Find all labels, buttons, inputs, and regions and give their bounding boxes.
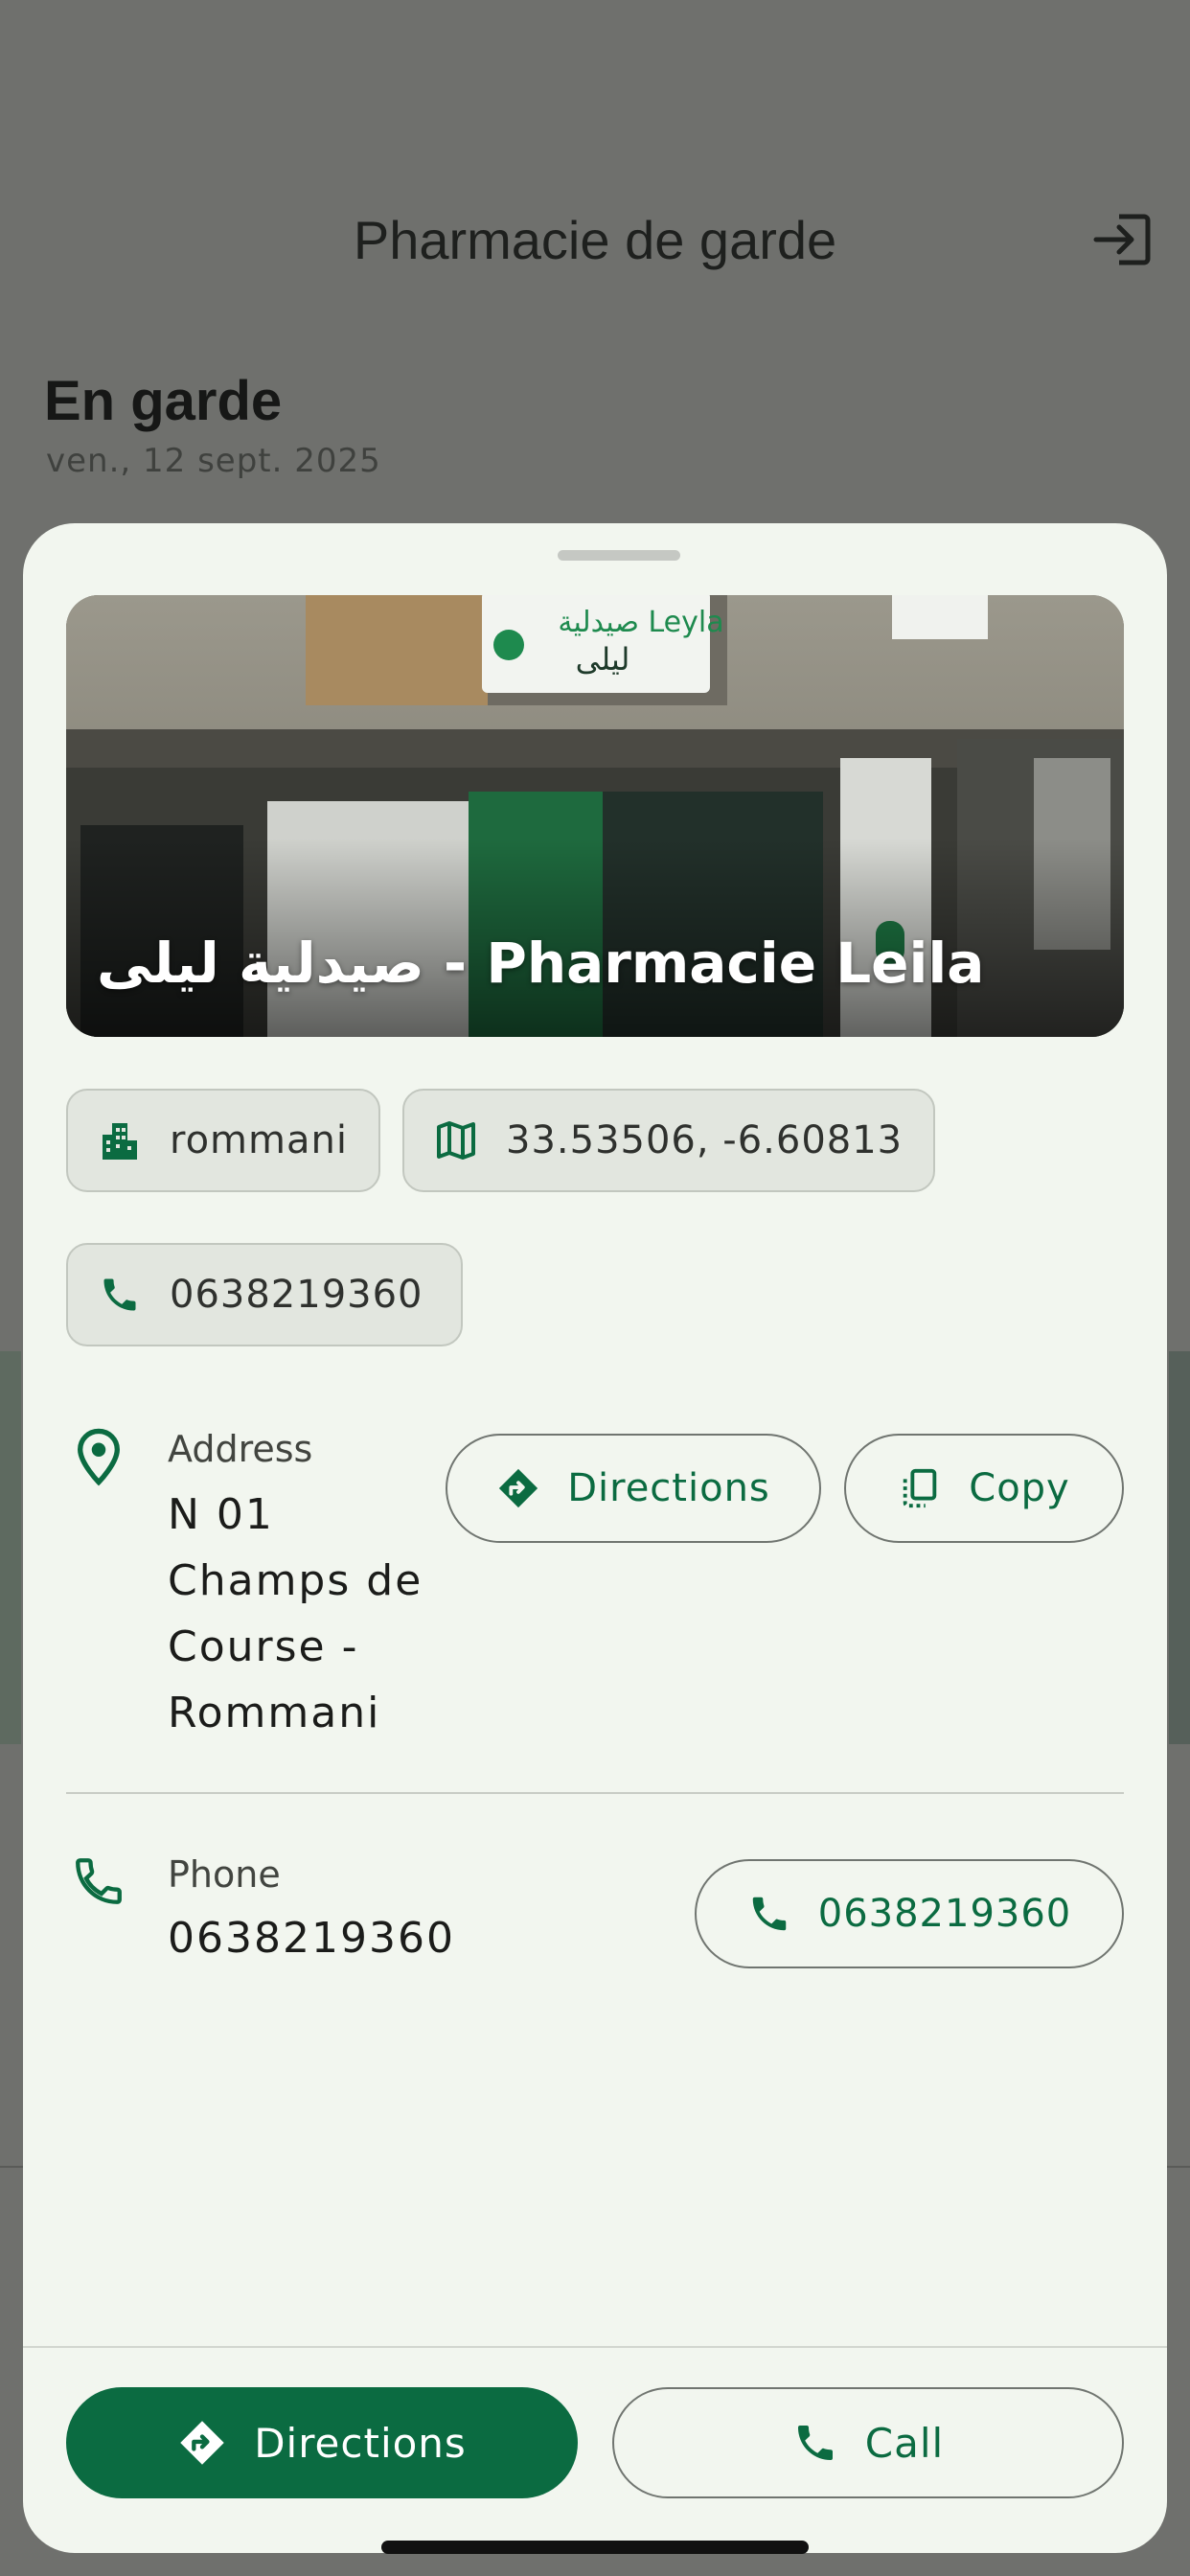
district-label: rommani [170,1118,348,1162]
address-line: Rommani [168,1689,381,1737]
map-icon [435,1119,477,1162]
phone-icon [71,1853,126,1909]
phone-value: 0638219360 [168,1914,455,1963]
copy-address-button[interactable]: Copy [844,1434,1124,1543]
footer-divider [23,2346,1167,2348]
section-divider [66,1792,1124,1794]
copy-icon [898,1466,942,1510]
phone-chip[interactable]: 0638219360 [66,1243,463,1346]
directions-icon [177,2418,227,2468]
coordinates-label: 33.53506, -6.60813 [506,1118,904,1162]
directions-label: Directions [254,2419,467,2467]
background-card-edge [1169,1351,1190,1744]
address-value: N 01 Champs de Course - Rommani [168,1482,423,1746]
district-chip[interactable]: rommani [66,1089,380,1192]
coordinates-chip[interactable]: 33.53506, -6.60813 [402,1089,935,1192]
address-label: Address [168,1428,313,1470]
section-heading: En garde [44,370,283,432]
call-button[interactable]: Call [612,2387,1124,2498]
address-line: N 01 [168,1490,274,1539]
location-pin-icon [71,1426,126,1487]
call-phone-label: 0638219360 [817,1892,1072,1936]
logout-icon[interactable] [1092,213,1152,266]
date-label: ven., 12 sept. 2025 [46,442,381,480]
address-directions-label: Directions [567,1466,770,1510]
sheet-drag-handle[interactable] [558,550,680,561]
pharmacy-detail-sheet: صيدلية Leyla ليلى صيدلية ليلى - Pharmaci… [23,523,1167,2553]
city-icon [99,1119,141,1162]
call-label: Call [864,2419,945,2467]
address-directions-button[interactable]: Directions [446,1434,821,1543]
app-title: Pharmacie de garde [353,210,837,270]
directions-icon [496,1466,540,1510]
phone-icon [747,1892,791,1936]
copy-label: Copy [969,1466,1070,1510]
phone-icon [99,1274,141,1316]
phone-icon [792,2420,838,2466]
pharmacy-photo: صيدلية Leyla ليلى صيدلية ليلى - Pharmaci… [66,595,1124,1037]
pharmacy-name: صيدلية ليلى - Pharmacie Leila [97,931,985,996]
home-indicator[interactable] [381,2541,809,2554]
call-phone-button[interactable]: 0638219360 [695,1859,1124,1968]
phone-label: Phone [168,1853,281,1896]
address-line: Course - [168,1622,359,1671]
address-line: Champs de [168,1556,423,1605]
directions-button[interactable]: Directions [66,2387,578,2498]
background-card-edge [0,1351,21,1744]
phone-chip-label: 0638219360 [170,1273,423,1317]
